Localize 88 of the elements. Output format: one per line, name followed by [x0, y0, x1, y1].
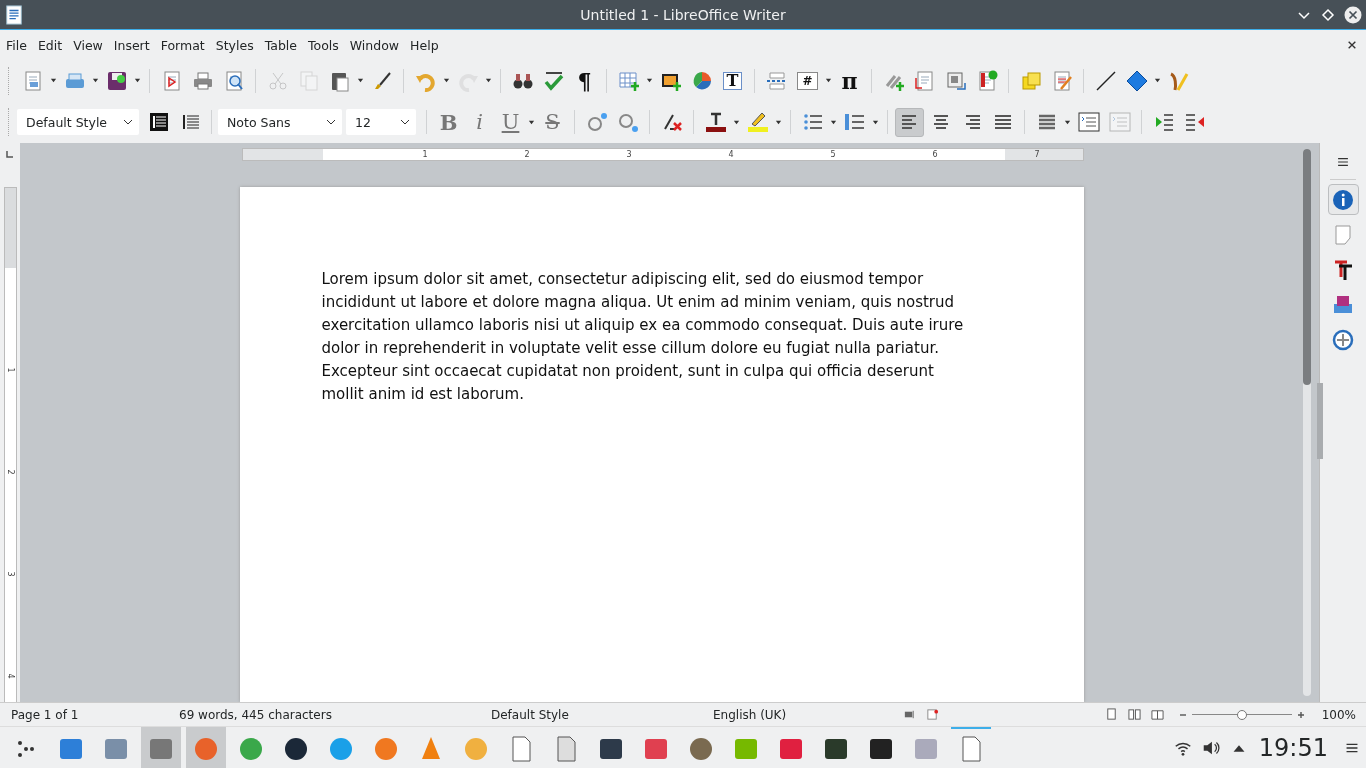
- properties-tab[interactable]: [1327, 184, 1359, 215]
- gallery-icon: [1332, 293, 1354, 316]
- zoom-slider-thumb[interactable]: [1236, 709, 1247, 720]
- menu-item[interactable]: Edit: [37, 37, 68, 53]
- menu-item[interactable]: Table: [264, 37, 302, 53]
- frame-icon: [944, 69, 967, 92]
- font-work-icon: [1332, 258, 1354, 281]
- font-size-combo[interactable]: 12: [346, 109, 416, 135]
- outdent-icon: [1183, 111, 1206, 133]
- body-paragraph: Lorem ipsum dolor sit amet, consectetur adipiscing elit, sed do eiusmod tempor incididunt ut labore et dolore magna aliqua. Ut enim ad minim veniam, quis nostrud exercitation ullamco laboris nisi ut aliquip ex ea commodo consequat. Duis aute irure dolor in reprehenderit in voluptate velit esse cillum dolore eu fugiat nulla pariatur. Excepteur sint occaecat cupidatat non proident, sunt in culpa qui officia deserunt mollit anim id est laborum.: [321, 269, 965, 405]
- zoom-in-icon[interactable]: [1295, 709, 1306, 720]
- menu-item[interactable]: Window: [349, 37, 405, 53]
- menu-item[interactable]: Format: [160, 37, 210, 53]
- bullet-list-icon: [801, 111, 824, 133]
- maximize-icon[interactable]: [1320, 6, 1336, 23]
- printer-icon: [191, 69, 214, 92]
- ruler-number: 3: [6, 571, 14, 577]
- zoom-percentage: 100%: [1321, 707, 1356, 722]
- formatting-marks-button[interactable]: ¶: [570, 66, 599, 95]
- info-icon: [1332, 188, 1354, 211]
- chevron-down-icon: [123, 119, 133, 125]
- selection-mode-icon[interactable]: [903, 708, 916, 721]
- page-count: Page 1 of 1: [10, 707, 80, 722]
- word-count: 69 words, 445 characters: [179, 707, 333, 722]
- zoom-slider[interactable]: [1191, 708, 1292, 721]
- ruler-number: 5: [830, 150, 836, 159]
- font-name-combo[interactable]: Noto Sans: [218, 109, 342, 135]
- chevron-down-icon: [400, 119, 410, 125]
- paragraph-lines-icon: [147, 111, 170, 133]
- navigator-icon: [1332, 328, 1354, 351]
- special-character-button[interactable]: π: [835, 66, 864, 95]
- paragraph-spacing-icon: [1108, 111, 1131, 133]
- file-manager-task-button[interactable]: [141, 726, 181, 768]
- clock: 19:51: [1258, 733, 1328, 762]
- menu-item[interactable]: Styles: [215, 37, 259, 53]
- single-page-view-icon[interactable]: [1104, 708, 1118, 721]
- text-box-button[interactable]: T: [718, 66, 747, 95]
- numbered-list-icon: [843, 111, 866, 133]
- menu-item[interactable]: Help: [410, 37, 444, 53]
- menu-item[interactable]: Tools: [308, 37, 344, 53]
- ruler-number: 6: [932, 150, 938, 159]
- ruler-number: 2: [6, 469, 14, 475]
- ruler-number: 4: [6, 673, 14, 679]
- document-modified-icon: [926, 708, 939, 721]
- subscript-icon: [616, 111, 639, 133]
- close-icon[interactable]: [1344, 5, 1362, 24]
- language: English (UK): [713, 707, 788, 722]
- ruler-number: 1: [6, 367, 14, 373]
- paragraph-spacing-icon: [1077, 111, 1100, 133]
- copy-icon: [297, 69, 320, 92]
- floppy-icon: [105, 69, 128, 92]
- vertical-scrollbar[interactable]: [1303, 149, 1311, 696]
- note-icon: [1019, 69, 1042, 92]
- close-icon[interactable]: [1347, 40, 1357, 50]
- menu-item[interactable]: Insert: [113, 37, 155, 53]
- note-page-icon: [913, 69, 936, 92]
- tab-stop-icon[interactable]: [6, 150, 14, 158]
- ruler-number: 1: [422, 150, 428, 159]
- bold-button[interactable]: B: [434, 107, 463, 137]
- italic-button[interactable]: i: [465, 107, 494, 137]
- chevron-down-icon: [326, 119, 336, 125]
- ruler-number: 2: [524, 150, 530, 159]
- menu-item[interactable]: File: [6, 37, 32, 53]
- page-break-icon: [765, 69, 788, 92]
- font-color-icon: [704, 111, 727, 133]
- ruler-number: 3: [626, 150, 632, 159]
- ruler-number: 7: [1034, 150, 1040, 159]
- superscript-icon: [585, 111, 608, 133]
- window-title: Untitled 1 - LibreOffice Writer: [580, 6, 786, 23]
- checkmark-icon: [542, 69, 565, 92]
- highlighter-icon: [746, 111, 769, 133]
- paragraph-style-combo[interactable]: Default Style: [17, 109, 139, 135]
- align-left-button[interactable]: [895, 107, 924, 137]
- strikethrough-button[interactable]: S: [538, 107, 567, 137]
- ruler-number: 4: [728, 150, 734, 159]
- browser-task-button[interactable]: [186, 726, 226, 768]
- insert-field-button[interactable]: #: [793, 66, 822, 95]
- document-icon: [4, 4, 24, 25]
- collapse-handle[interactable]: [1317, 383, 1323, 459]
- line-icon: [1094, 69, 1117, 92]
- underline-button[interactable]: U: [496, 107, 525, 137]
- menu-item[interactable]: View: [73, 37, 108, 53]
- table-icon: [617, 69, 640, 92]
- multi-page-view-icon[interactable]: [1127, 708, 1141, 721]
- book-view-icon[interactable]: [1150, 708, 1164, 721]
- diamond-icon: [1125, 69, 1148, 92]
- page-style: Default Style: [490, 707, 570, 722]
- blank-page-icon: [1332, 223, 1354, 246]
